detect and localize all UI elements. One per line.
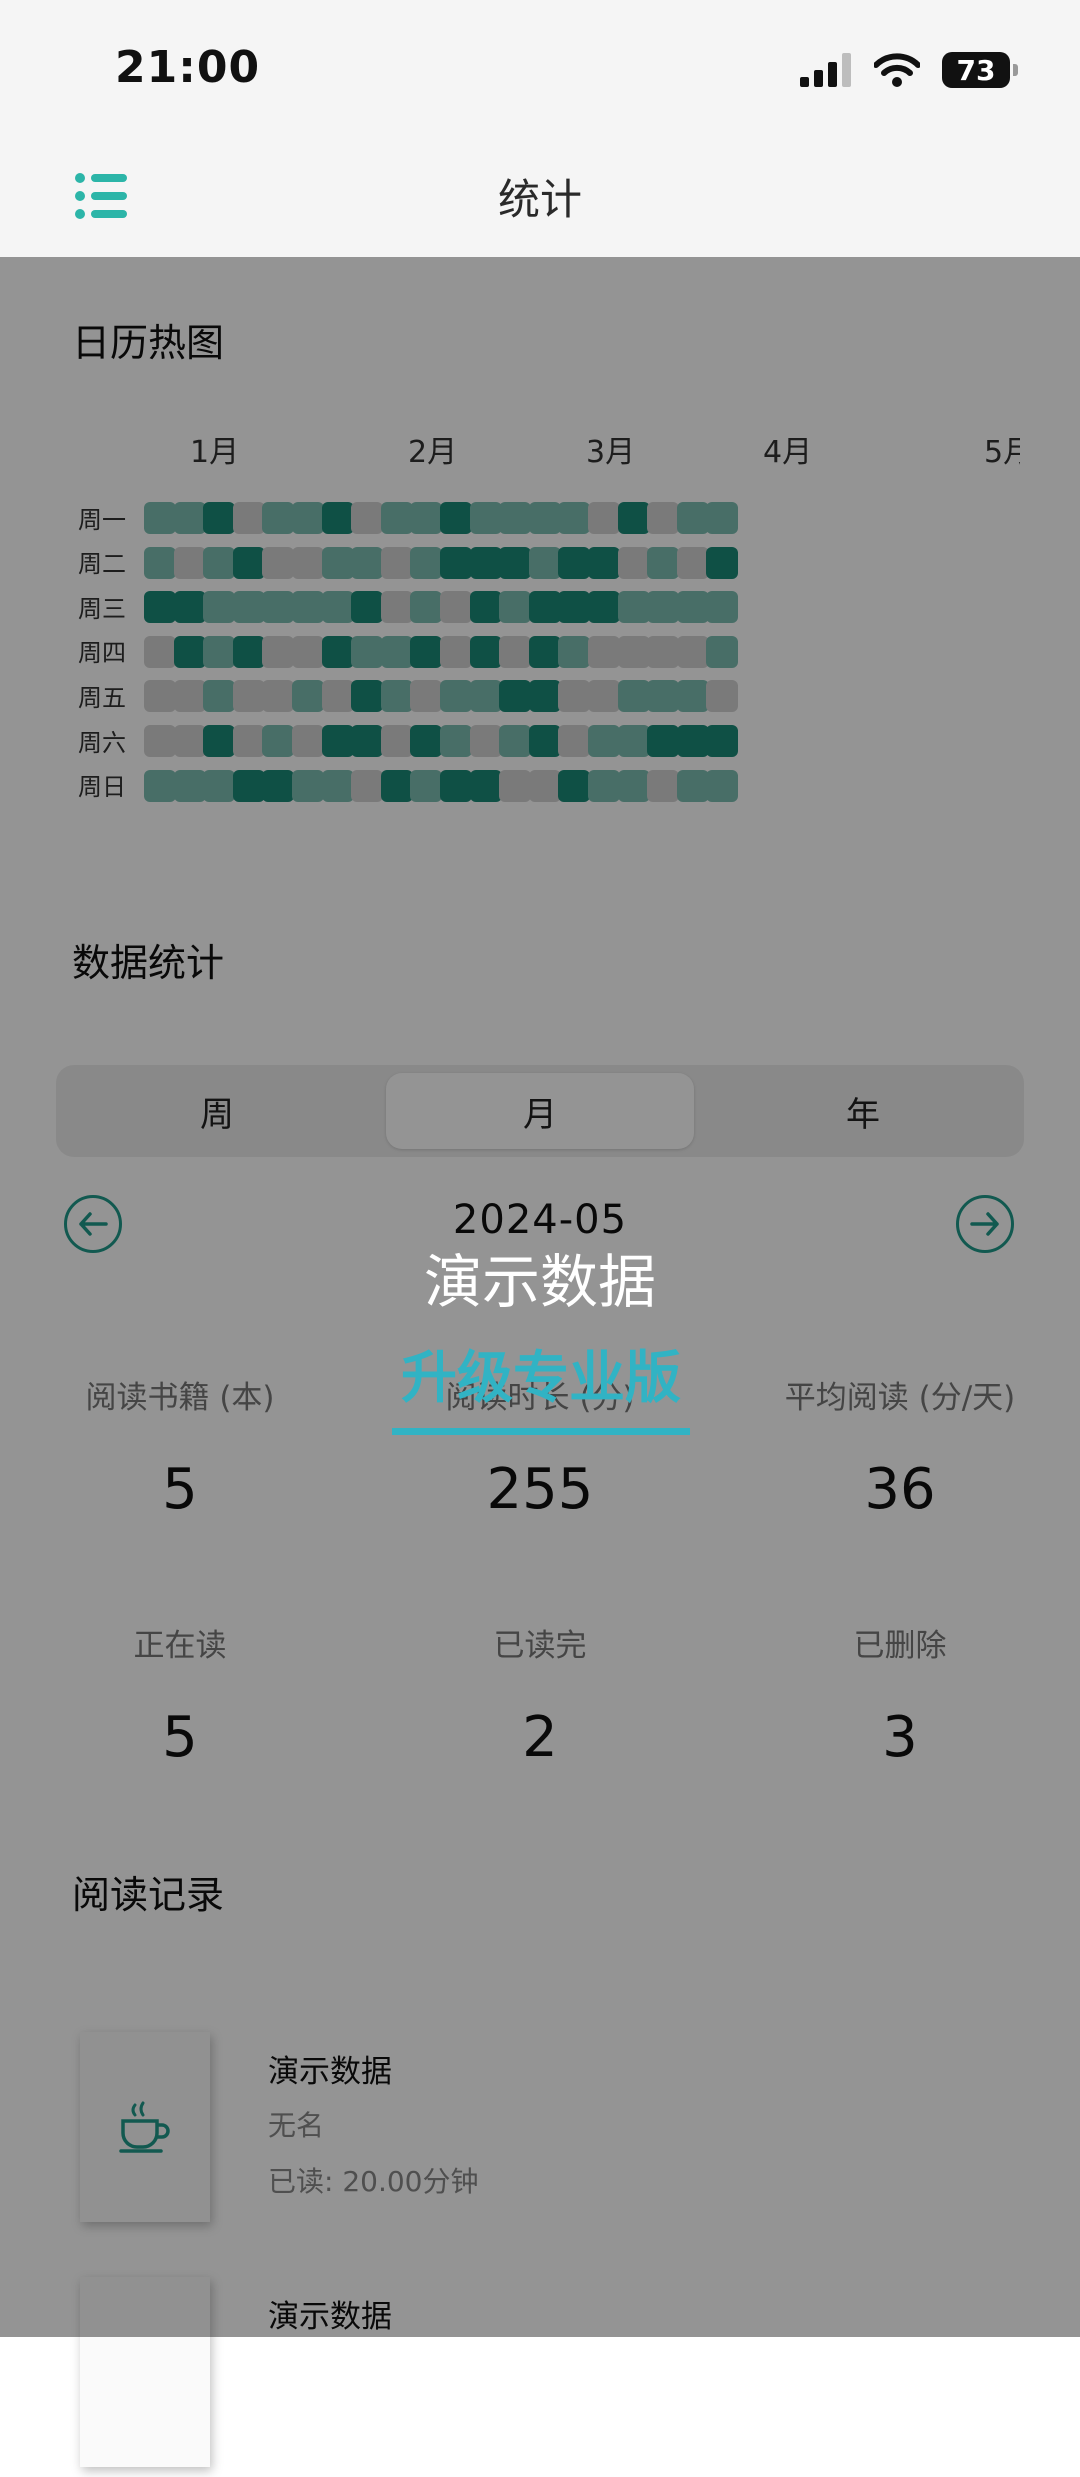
battery-icon: 73 — [942, 52, 1018, 88]
upgrade-pro-link[interactable]: 升级专业版 — [392, 1333, 690, 1414]
nav-bar: 统计 — [0, 140, 1080, 257]
status-bar: 21:00 73 — [0, 0, 1080, 140]
status-icons: 73 — [800, 52, 1018, 88]
wifi-icon — [874, 53, 920, 87]
status-time: 21:00 — [115, 42, 261, 93]
battery-level: 73 — [956, 53, 996, 87]
page-title: 统计 — [497, 175, 582, 224]
upgrade-underline — [392, 1428, 690, 1435]
signal-icon — [800, 53, 851, 87]
demo-data-label: 演示数据 — [423, 1248, 656, 1316]
